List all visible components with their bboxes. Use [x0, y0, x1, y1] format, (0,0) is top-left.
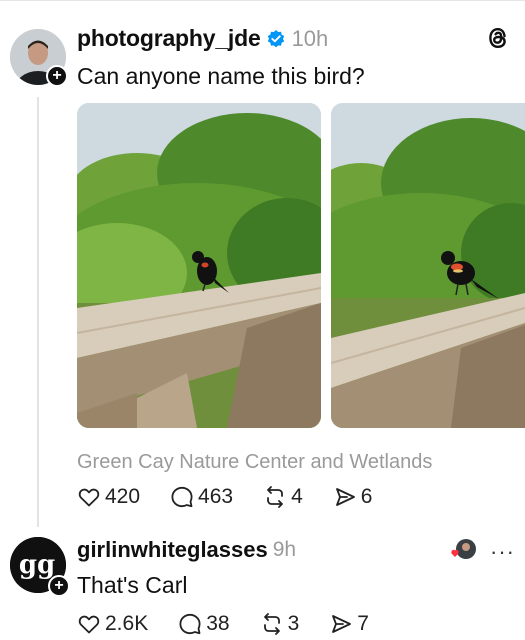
- follow-plus-icon[interactable]: +: [46, 65, 68, 87]
- threads-post-screen: + photography_jde 10h Can anyone name th…: [0, 0, 525, 640]
- reply-timestamp: 9h: [272, 538, 297, 561]
- post-photo-2[interactable]: [331, 103, 525, 428]
- repost-count: 3: [287, 612, 300, 635]
- comment-button[interactable]: 463: [170, 485, 233, 509]
- more-options-icon[interactable]: ···: [490, 539, 515, 565]
- reply-username[interactable]: girlinwhiteglasses: [77, 537, 268, 563]
- reply-header: girlinwhiteglasses 9h: [77, 537, 296, 563]
- like-count: 2.6K: [105, 612, 149, 635]
- comment-count: 463: [198, 485, 234, 508]
- reply-text: That's Carl: [77, 572, 188, 598]
- verified-badge-icon: [267, 29, 284, 47]
- reply-actions: 2.6K 38 3 7: [77, 612, 399, 636]
- post-photo-1[interactable]: [77, 103, 321, 428]
- author-username[interactable]: photography_jde: [77, 25, 261, 52]
- comment-bubble-icon: [179, 613, 201, 635]
- post-header: photography_jde 10h: [77, 25, 328, 52]
- comment-bubble-icon: [171, 486, 193, 508]
- share-count: 6: [360, 485, 373, 508]
- repost-icon: [267, 486, 283, 508]
- thread-connector-line: [37, 97, 39, 527]
- share-button[interactable]: 7: [329, 612, 369, 636]
- repost-icon: [263, 613, 280, 635]
- send-icon: [335, 488, 355, 506]
- author-liked-avatar-icon: [451, 539, 476, 559]
- like-button[interactable]: 420: [77, 485, 140, 509]
- send-icon: [332, 615, 352, 633]
- comment-count: 38: [206, 612, 230, 635]
- repost-button[interactable]: 3: [260, 612, 300, 636]
- heart-icon: [78, 488, 100, 507]
- post-timestamp: 10h: [291, 25, 329, 51]
- svg-text:gg: gg: [19, 550, 55, 580]
- share-count: 7: [357, 612, 369, 635]
- threads-logo-icon[interactable]: [485, 25, 511, 51]
- like-count: 420: [105, 485, 141, 508]
- follow-plus-icon[interactable]: +: [48, 575, 70, 597]
- comment-button[interactable]: 38: [178, 612, 230, 636]
- heart-icon: [78, 615, 100, 634]
- post-location[interactable]: Green Cay Nature Center and Wetlands: [77, 451, 432, 474]
- post-text: Can anyone name this bird?: [77, 63, 365, 89]
- repost-button[interactable]: 4: [263, 485, 303, 509]
- share-button[interactable]: 6: [333, 485, 373, 509]
- post-actions: 420 463 4 6: [77, 485, 402, 509]
- repost-count: 4: [291, 485, 303, 508]
- like-button[interactable]: 2.6K: [77, 612, 148, 636]
